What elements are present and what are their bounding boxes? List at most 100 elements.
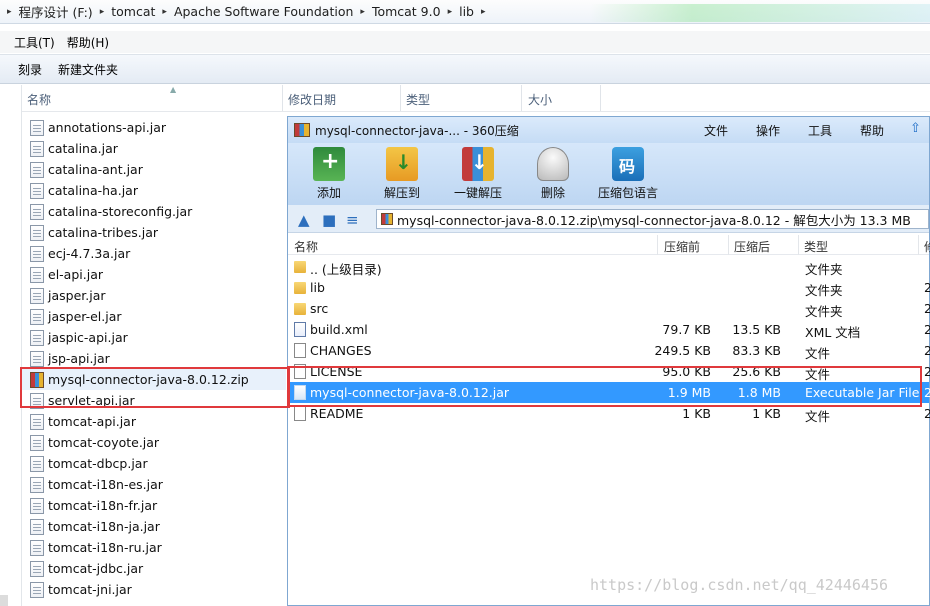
file-name: tomcat-i18n-fr.jar [48, 498, 158, 513]
breadcrumb-chevron-icon[interactable]: ▸ [478, 7, 489, 17]
nav-scroll-thumb[interactable] [0, 595, 8, 606]
extract-to-button[interactable]: 解压到 [366, 147, 438, 201]
column-type[interactable]: 类型 [406, 91, 430, 108]
menu-help[interactable]: 帮助(H) [61, 34, 115, 51]
file-row[interactable]: tomcat-jdbc.jar [22, 558, 286, 579]
file-name: catalina-tribes.jar [48, 225, 159, 240]
archive-item-size-after: 1 KB [752, 406, 781, 421]
file-row[interactable]: tomcat-dbcp.jar [22, 453, 286, 474]
navigation-pane[interactable] [0, 85, 22, 606]
archive-column-type[interactable]: 类型 [804, 238, 828, 255]
zip-archive-icon [381, 213, 393, 225]
archive-row[interactable]: lib 文件夹 2 [288, 277, 930, 298]
archive-row[interactable]: build.xml 79.7 KB 13.5 KB XML 文档 2 [288, 319, 930, 340]
sort-ascending-icon: ▲ [170, 85, 177, 94]
breadcrumb-chevron-icon[interactable]: ▸ [159, 7, 170, 17]
file-row[interactable]: tomcat-i18n-ja.jar [22, 516, 286, 537]
archive-app-icon [294, 123, 310, 137]
column-size[interactable]: 大小 [528, 91, 552, 108]
breadcrumb-tomcat[interactable]: tomcat [107, 4, 159, 19]
list-view-icon[interactable]: ≡ [346, 211, 359, 229]
file-icon [294, 343, 306, 358]
file-row[interactable]: jaspic-api.jar [22, 327, 286, 348]
file-row[interactable]: ecj-4.7.3a.jar [22, 243, 286, 264]
column-modified[interactable]: 修改日期 [288, 91, 336, 108]
archive-menu-file[interactable]: 文件 [704, 122, 728, 139]
archive-language-button[interactable]: 压缩包语言 [592, 147, 664, 201]
breadcrumb-chevron-icon[interactable]: ▸ [445, 7, 456, 17]
breadcrumb-tomcat9[interactable]: Tomcat 9.0 [368, 4, 445, 19]
archive-column-before[interactable]: 压缩前 [664, 238, 700, 255]
file-icon [294, 406, 306, 421]
column-divider[interactable] [600, 85, 601, 111]
column-divider[interactable] [918, 235, 919, 255]
archive-item-modified: 2 [924, 385, 930, 400]
archive-path-field[interactable]: mysql-connector-java-8.0.12.zip\mysql-co… [376, 209, 929, 229]
file-row[interactable]: tomcat-i18n-ru.jar [22, 537, 286, 558]
delete-button[interactable]: 删除 [517, 147, 589, 201]
column-divider[interactable] [521, 85, 522, 111]
archive-row[interactable]: src 文件夹 2 [288, 298, 930, 319]
column-divider[interactable] [728, 235, 729, 255]
file-row[interactable]: catalina-tribes.jar [22, 222, 286, 243]
breadcrumb-chevron-icon[interactable]: ▸ [97, 7, 108, 17]
file-row[interactable]: catalina-ha.jar [22, 180, 286, 201]
archive-menu-tools[interactable]: 工具 [808, 122, 832, 139]
file-row[interactable]: annotations-api.jar [22, 117, 286, 138]
file-name: jsp-api.jar [48, 351, 110, 366]
burn-button[interactable]: 刻录 [10, 61, 50, 78]
file-row[interactable]: jasper.jar [22, 285, 286, 306]
address-bar[interactable]: ▸ 程序设计 (F:) ▸ tomcat ▸ Apache Software F… [0, 0, 930, 24]
breadcrumb-chevron-icon[interactable]: ▸ [4, 7, 15, 17]
archive-row[interactable]: CHANGES 249.5 KB 83.3 KB 文件 2 [288, 340, 930, 361]
archive-menu-action[interactable]: 操作 [756, 122, 780, 139]
one-click-extract-icon [462, 147, 494, 181]
explorer-column-header: ▲ 名称 修改日期 类型 大小 [22, 85, 930, 112]
jar-file-icon [30, 287, 44, 304]
file-row[interactable]: tomcat-i18n-fr.jar [22, 495, 286, 516]
up-arrow-icon[interactable]: ▲ [298, 211, 310, 229]
file-name: tomcat-api.jar [48, 414, 136, 429]
info-icon[interactable]: ⇧ [910, 121, 921, 136]
archive-column-modified[interactable]: 修 [924, 238, 930, 255]
archive-menu-help[interactable]: 帮助 [860, 122, 884, 139]
file-name: catalina-storeconfig.jar [48, 204, 193, 219]
file-row[interactable]: el-api.jar [22, 264, 286, 285]
file-name: tomcat-i18n-es.jar [48, 477, 163, 492]
archive-column-after[interactable]: 压缩后 [734, 238, 770, 255]
jar-file-icon [30, 182, 44, 199]
one-click-extract-label: 一键解压 [453, 186, 502, 200]
menu-tools[interactable]: 工具(T) [8, 34, 61, 51]
jar-file-icon [30, 497, 44, 514]
file-row[interactable]: jasper-el.jar [22, 306, 286, 327]
archive-item-type: 文件 [805, 346, 831, 361]
archive-row[interactable]: .. (上级目录) 文件夹 [288, 256, 929, 277]
file-row[interactable]: tomcat-api.jar [22, 411, 286, 432]
archive-column-name[interactable]: 名称 [294, 238, 318, 255]
archive-titlebar[interactable]: mysql-connector-java-... - 360压缩 文件 操作 工… [288, 117, 929, 143]
file-name: catalina-ant.jar [48, 162, 143, 177]
breadcrumb-chevron-icon[interactable]: ▸ [357, 7, 368, 17]
folder-icon [294, 282, 306, 294]
file-row[interactable]: tomcat-jni.jar [22, 579, 286, 600]
one-click-extract-button[interactable]: 一键解压 [442, 147, 514, 201]
file-row[interactable]: tomcat-coyote.jar [22, 432, 286, 453]
new-folder-button[interactable]: 新建文件夹 [50, 61, 126, 78]
thumbnail-view-icon[interactable]: ■ [322, 211, 336, 229]
file-row[interactable]: tomcat-i18n-es.jar [22, 474, 286, 495]
column-name[interactable]: 名称 [27, 91, 51, 108]
file-row[interactable]: jsp-api.jar [22, 348, 286, 369]
file-row[interactable]: catalina.jar [22, 138, 286, 159]
archive-item-size-before: 79.7 KB [662, 322, 711, 337]
breadcrumb-asf[interactable]: Apache Software Foundation [170, 4, 357, 19]
column-divider[interactable] [798, 235, 799, 255]
add-button[interactable]: 添加 [293, 147, 365, 201]
breadcrumb-lib[interactable]: lib [455, 4, 478, 19]
file-row[interactable]: catalina-ant.jar [22, 159, 286, 180]
column-divider[interactable] [282, 85, 283, 111]
file-row[interactable]: catalina-storeconfig.jar [22, 201, 286, 222]
archive-title: mysql-connector-java-... - 360压缩 [315, 123, 519, 138]
column-divider[interactable] [657, 235, 658, 255]
column-divider[interactable] [400, 85, 401, 111]
breadcrumb-drive[interactable]: 程序设计 (F:) [15, 2, 97, 21]
